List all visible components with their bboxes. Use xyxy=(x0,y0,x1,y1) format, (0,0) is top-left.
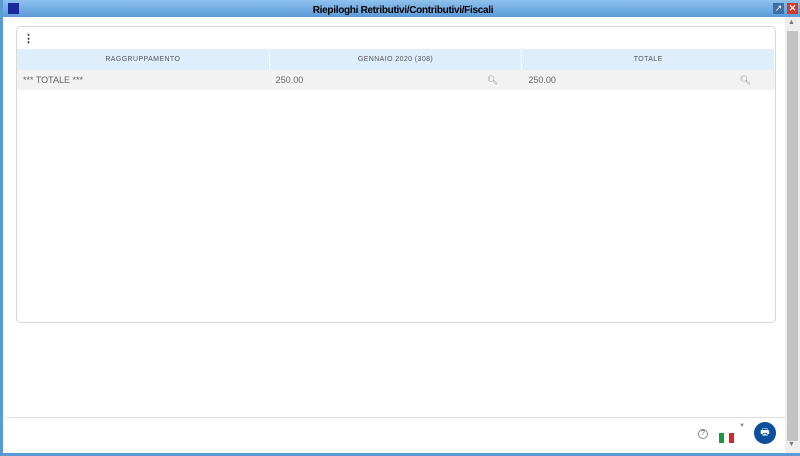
scroll-down-icon[interactable]: ▼ xyxy=(788,441,795,448)
scrollbar-thumb[interactable] xyxy=(787,31,798,441)
help-icon[interactable]: ? xyxy=(698,429,708,439)
cell-gennaio: 250.00 🔍︎ xyxy=(270,70,523,90)
footer xyxy=(6,417,785,453)
table-header: RAGGRUPPAMENTO GENNAIO 2020 (308) TOTALE xyxy=(17,49,776,70)
print-button[interactable]: 🖶 xyxy=(754,422,776,444)
search-icon[interactable]: 🔍︎ xyxy=(487,70,498,90)
close-button[interactable]: ✕ xyxy=(787,3,798,14)
table-row[interactable]: *** TOTALE *** 250.00 🔍︎ 250.00 🔍︎ xyxy=(17,70,775,90)
column-header-totale[interactable]: TOTALE xyxy=(522,49,776,70)
more-options-icon[interactable]: ⋮ xyxy=(23,32,34,45)
column-header-gennaio[interactable]: GENNAIO 2020 (308) xyxy=(270,49,523,70)
column-header-raggruppamento[interactable]: RAGGRUPPAMENTO xyxy=(17,49,270,70)
window: Riepiloghi Retributivi/Contributivi/Fisc… xyxy=(0,0,800,456)
italian-flag-icon[interactable] xyxy=(719,433,734,443)
app-icon xyxy=(8,3,19,14)
restore-button[interactable]: ↗ xyxy=(773,3,784,14)
scroll-up-icon[interactable]: ▲ xyxy=(788,19,795,26)
language-dropdown-caret-icon[interactable]: ▼ xyxy=(739,423,745,429)
cell-gennaio-value: 250.00 xyxy=(275,75,304,85)
cell-group: *** TOTALE *** xyxy=(23,75,84,85)
window-title: Riepiloghi Retributivi/Contributivi/Fisc… xyxy=(312,5,494,16)
cell-totale-value: 250.00 xyxy=(528,75,556,85)
search-icon[interactable]: 🔍︎ xyxy=(740,70,751,90)
grid-panel: ⋮ RAGGRUPPAMENTO GENNAIO 2020 (308) TOTA… xyxy=(16,26,776,323)
cell-totale: 250.00 🔍︎ xyxy=(522,70,775,90)
title-bar: Riepiloghi Retributivi/Contributivi/Fisc… xyxy=(3,0,800,17)
vertical-scrollbar[interactable]: ▲ ▼ xyxy=(785,17,800,453)
